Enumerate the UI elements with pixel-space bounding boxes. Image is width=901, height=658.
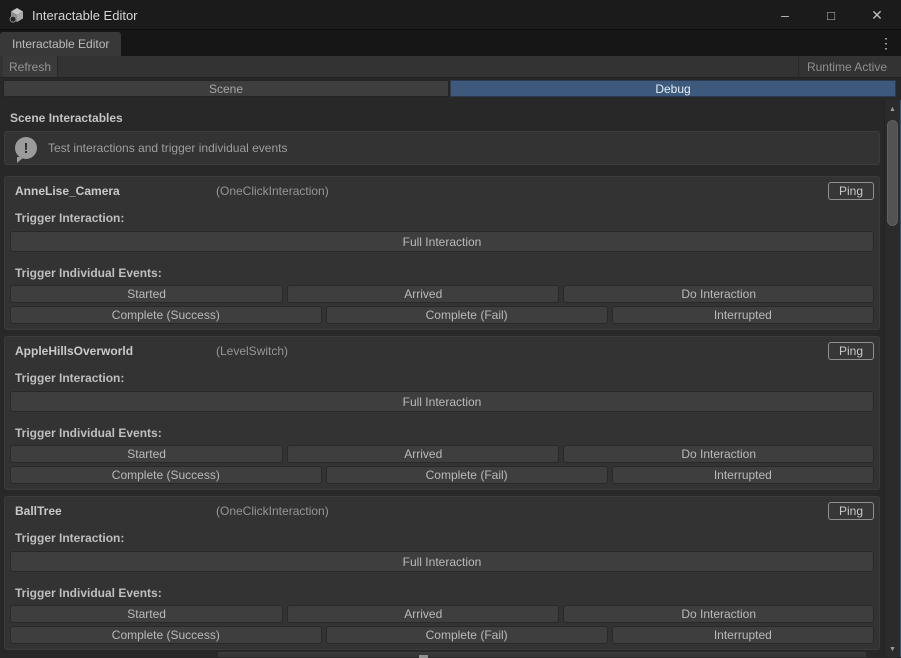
unity-cube-icon [9, 7, 25, 23]
event-button-row: Started Arrived Do Interaction [10, 285, 874, 303]
view-mode-toggle: Scene Debug [3, 80, 896, 97]
vertical-scrollbar[interactable]: ▲ ▼ [884, 100, 901, 657]
window-title: Interactable Editor [32, 0, 138, 30]
started-button[interactable]: Started [10, 605, 283, 623]
minimize-icon[interactable]: – [769, 0, 801, 30]
event-button-row: Complete (Success) Complete (Fail) Inter… [10, 306, 874, 324]
full-interaction-button[interactable]: Full Interaction [10, 551, 874, 572]
arrived-button[interactable]: Arrived [287, 445, 559, 463]
trigger-interaction-label: Trigger Interaction: [15, 212, 874, 225]
tab-interactable-editor[interactable]: Interactable Editor [0, 32, 121, 56]
runtime-active-toggle[interactable]: Runtime Active [798, 56, 895, 77]
interactable-name: AppleHillsOverworld [15, 344, 216, 358]
content-area: Scene Interactables ! Test interactions … [0, 100, 884, 657]
complete-fail-button[interactable]: Complete (Fail) [326, 306, 608, 324]
info-icon: ! [15, 137, 37, 159]
do-interaction-button[interactable]: Do Interaction [563, 445, 874, 463]
tab-debug[interactable]: Debug [450, 80, 896, 97]
interactable-name: AnneLise_Camera [15, 184, 216, 198]
interactable-section: BallTree (OneClickInteraction) Ping Trig… [4, 496, 880, 650]
do-interaction-button[interactable]: Do Interaction [563, 605, 874, 623]
interactable-type: (OneClickInteraction) [216, 184, 828, 198]
interactable-section: AnneLise_Camera (OneClickInteraction) Pi… [4, 176, 880, 330]
complete-success-button[interactable]: Complete (Success) [10, 626, 322, 644]
page-title: Scene Interactables [10, 111, 884, 125]
trigger-interaction-label: Trigger Interaction: [15, 532, 874, 545]
do-interaction-button[interactable]: Do Interaction [563, 285, 874, 303]
arrived-button[interactable]: Arrived [287, 285, 559, 303]
ping-button[interactable]: Ping [828, 182, 874, 200]
complete-success-button[interactable]: Complete (Success) [10, 306, 322, 324]
trigger-individual-events-label: Trigger Individual Events: [15, 267, 874, 280]
trigger-interaction-label: Trigger Interaction: [15, 372, 874, 385]
interactable-section: AppleHillsOverworld (LevelSwitch) Ping T… [4, 336, 880, 490]
ping-button[interactable]: Ping [828, 502, 874, 520]
help-text: Test interactions and trigger individual… [48, 141, 287, 155]
trigger-individual-events-label: Trigger Individual Events: [15, 427, 874, 440]
complete-fail-button[interactable]: Complete (Fail) [326, 626, 608, 644]
trigger-individual-events-label: Trigger Individual Events: [15, 587, 874, 600]
interrupted-button[interactable]: Interrupted [612, 466, 874, 484]
complete-success-button[interactable]: Complete (Success) [10, 466, 322, 484]
kebab-menu-icon[interactable]: ⋮ [878, 30, 894, 56]
full-interaction-button[interactable]: Full Interaction [10, 231, 874, 252]
event-button-row: Started Arrived Do Interaction [10, 605, 874, 623]
scroll-down-icon[interactable]: ▼ [885, 643, 900, 655]
section-header: AnneLise_Camera (OneClickInteraction) Pi… [10, 182, 874, 200]
interrupted-button[interactable]: Interrupted [612, 626, 874, 644]
interactable-type: (OneClickInteraction) [216, 504, 828, 518]
scroll-up-icon[interactable]: ▲ [885, 103, 900, 115]
editor-tab-bar: Interactable Editor ⋮ [0, 30, 901, 56]
tab-scene[interactable]: Scene [3, 80, 449, 97]
refresh-button[interactable]: Refresh [3, 56, 58, 77]
partially-visible-next-section [218, 652, 866, 657]
help-box: ! Test interactions and trigger individu… [4, 131, 880, 165]
close-icon[interactable]: ✕ [861, 0, 893, 30]
interactable-type: (LevelSwitch) [216, 344, 828, 358]
complete-fail-button[interactable]: Complete (Fail) [326, 466, 608, 484]
arrived-button[interactable]: Arrived [287, 605, 559, 623]
interactable-name: BallTree [15, 504, 216, 518]
maximize-icon[interactable]: □ [815, 0, 847, 30]
interrupted-button[interactable]: Interrupted [612, 306, 874, 324]
event-button-row: Complete (Success) Complete (Fail) Inter… [10, 626, 874, 644]
event-button-row: Started Arrived Do Interaction [10, 445, 874, 463]
event-button-row: Complete (Success) Complete (Fail) Inter… [10, 466, 874, 484]
full-interaction-button[interactable]: Full Interaction [10, 391, 874, 412]
section-header: AppleHillsOverworld (LevelSwitch) Ping [10, 342, 874, 360]
ping-button[interactable]: Ping [828, 342, 874, 360]
started-button[interactable]: Started [10, 445, 283, 463]
section-header: BallTree (OneClickInteraction) Ping [10, 502, 874, 520]
window-titlebar: Interactable Editor – □ ✕ [0, 0, 901, 30]
scrollbar-thumb[interactable] [887, 120, 898, 226]
toolbar: Refresh Runtime Active [0, 56, 901, 78]
started-button[interactable]: Started [10, 285, 283, 303]
